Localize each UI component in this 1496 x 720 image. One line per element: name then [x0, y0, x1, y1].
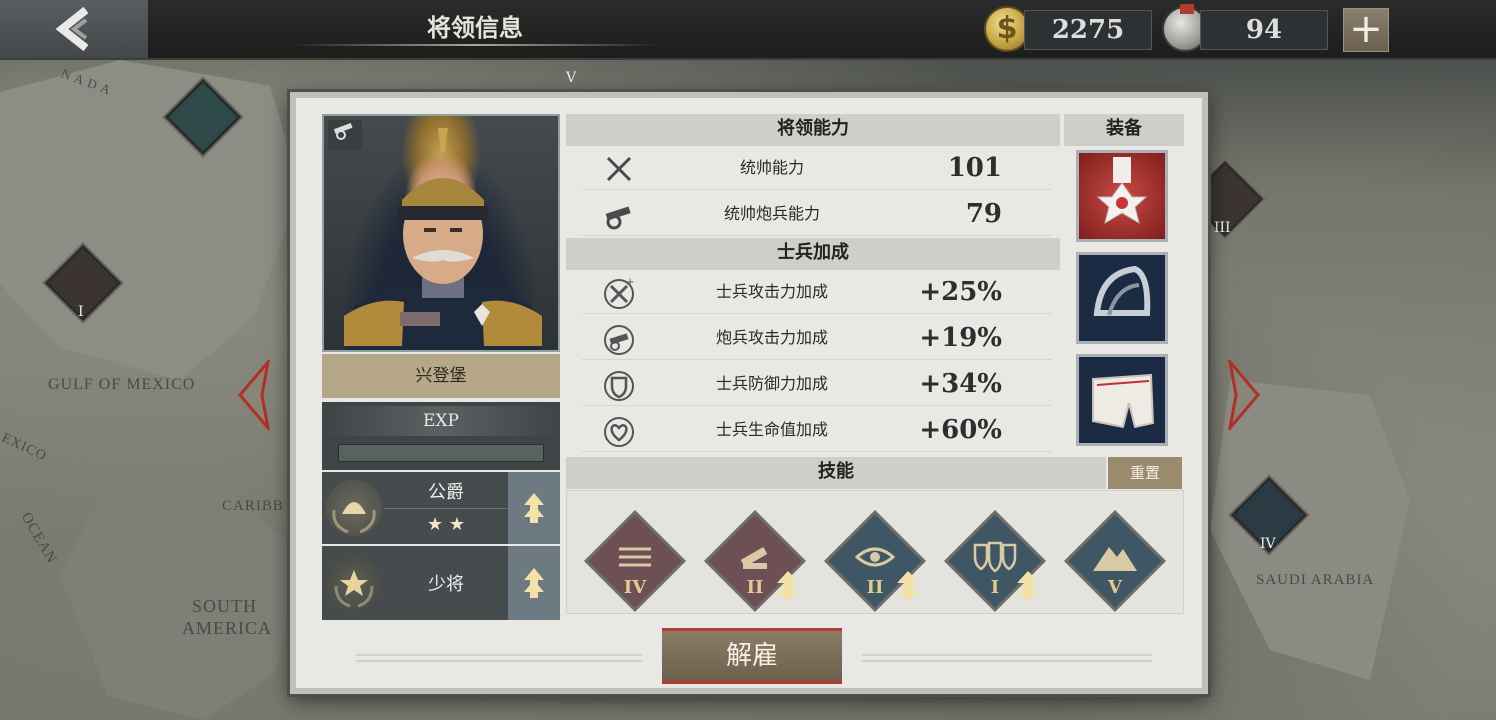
nobility-upgrade-button[interactable]	[508, 472, 560, 544]
bonus-value: +60%	[919, 415, 1002, 445]
skill-slot[interactable]: II	[701, 507, 809, 615]
map-label: AMERICA	[182, 618, 273, 638]
general-portrait	[322, 114, 560, 352]
ability-value: 79	[965, 199, 1002, 229]
bonus-value: +19%	[919, 323, 1002, 353]
next-general-arrow-icon[interactable]	[1228, 360, 1262, 430]
equipment-slot-helmet[interactable]	[1076, 252, 1168, 344]
map-label: SAUDI ARABIA	[1256, 572, 1375, 588]
previous-general-arrow-icon[interactable]	[236, 360, 270, 430]
military-rank-title: 少将	[428, 574, 464, 595]
bonus-row: 士兵防御力加成 +34%	[582, 362, 1052, 406]
map-node-level: I	[78, 304, 84, 320]
map-node-level: III	[1214, 220, 1231, 236]
ability-label: 统帅能力	[739, 158, 804, 177]
skill-upgrade-arrow-icon[interactable]	[895, 569, 921, 601]
military-rank-row: 少将	[322, 546, 560, 620]
bonus-label: 士兵防御力加成	[715, 374, 828, 393]
upgrade-arrow-icon	[524, 568, 544, 598]
dismiss-button[interactable]: 解雇	[662, 628, 842, 684]
general-name: 兴登堡	[322, 354, 560, 398]
military-rank-icon	[326, 556, 382, 612]
eye-icon	[855, 547, 895, 567]
crossed-swords-icon	[606, 156, 632, 182]
general-figure-icon	[344, 128, 542, 350]
page-title: 将领信息	[427, 13, 523, 42]
skill-slot[interactable]: I	[941, 507, 1049, 615]
skill-slot[interactable]: IV	[581, 507, 689, 615]
skill-slot[interactable]: II	[821, 507, 929, 615]
heart-plus-icon	[604, 417, 634, 447]
helmet-icon	[1093, 265, 1151, 316]
nobility-helmet-icon	[326, 480, 382, 536]
bonus-value: +34%	[919, 369, 1002, 399]
cloth-icon	[1092, 373, 1155, 429]
nobility-rank-row: 公爵 ★ ★	[322, 472, 560, 544]
map-label: GULF OF MEXICO	[48, 376, 196, 393]
military-rank-upgrade-button[interactable]	[508, 546, 560, 620]
bonus-label: 士兵攻击力加成	[715, 282, 828, 301]
bonus-label: 士兵生命值加成	[715, 420, 828, 439]
skills-header: 技能	[566, 457, 1106, 489]
nobility-stars: ★ ★	[427, 514, 465, 535]
map-label: CARIBB	[222, 498, 284, 514]
skill-upgrade-arrow-icon[interactable]	[775, 569, 801, 601]
bonus-value: +25%	[919, 277, 1002, 307]
ability-row: 统帅能力 101	[582, 146, 1052, 190]
skill-slot[interactable]: V	[1061, 507, 1169, 615]
decorative-line	[862, 654, 1152, 662]
top-bar: 将领信息 $ 2275 94 +	[0, 0, 1496, 60]
bonus-row: 炮兵攻击力加成 +19%	[582, 316, 1052, 360]
sword-plus-icon: +	[604, 277, 634, 309]
gold-count: 2275	[1024, 10, 1152, 50]
upgrade-arrow-icon	[524, 493, 544, 523]
skill-level: V	[1108, 577, 1122, 598]
artillery-class-icon	[328, 120, 362, 150]
cannon-skill-icon	[740, 547, 768, 569]
map-node-level: V	[566, 70, 577, 86]
skill-upgrade-arrow-icon[interactable]	[1015, 569, 1041, 601]
shields-icon	[973, 541, 1017, 573]
back-chevron-icon	[55, 6, 89, 52]
add-currency-button[interactable]: +	[1343, 8, 1389, 52]
skills-area: IV II II I V	[566, 490, 1184, 614]
back-button[interactable]	[0, 0, 148, 58]
reset-skills-button[interactable]: 重置	[1108, 457, 1182, 489]
cannon-icon	[605, 206, 631, 230]
mountain-icon	[1093, 547, 1137, 571]
medal-count: 94	[1200, 10, 1328, 50]
soldier-bonus-header: 士兵加成	[566, 238, 1060, 270]
shield-plus-icon	[604, 371, 634, 401]
svg-text:+: +	[626, 277, 634, 288]
general-info-panel: 兴登堡 EXP 公爵 ★ ★ 少将 将领能力 装备 统帅能力 101 统帅炮兵能…	[290, 92, 1208, 694]
bonus-label: 炮兵攻击力加成	[715, 328, 828, 347]
title-divider	[290, 44, 660, 46]
map-node-level: IV	[1260, 536, 1276, 552]
ability-label: 统帅炮兵能力	[723, 204, 820, 223]
ability-row: 统帅炮兵能力 79	[582, 192, 1052, 236]
cannon-plus-icon	[604, 325, 634, 355]
medal-icon	[1096, 157, 1148, 225]
arrows-icon	[619, 547, 651, 567]
exp-progress-bar	[338, 444, 544, 462]
nobility-title: 公爵	[428, 482, 464, 503]
equipment-slot-medal[interactable]	[1076, 150, 1168, 242]
decorative-line	[356, 654, 642, 662]
abilities-header: 将领能力	[566, 114, 1060, 146]
ability-value: 101	[947, 153, 1002, 183]
bonus-row: 士兵生命值加成 +60%	[582, 408, 1052, 452]
equipment-header: 装备	[1064, 114, 1184, 146]
exp-box: EXP	[322, 402, 560, 470]
exp-label: EXP	[322, 406, 560, 436]
equipment-slot-cloth[interactable]	[1076, 354, 1168, 446]
skill-level: IV	[623, 577, 647, 598]
map-label: SOUTH	[192, 596, 258, 616]
bonus-row: + 士兵攻击力加成 +25%	[582, 270, 1052, 314]
